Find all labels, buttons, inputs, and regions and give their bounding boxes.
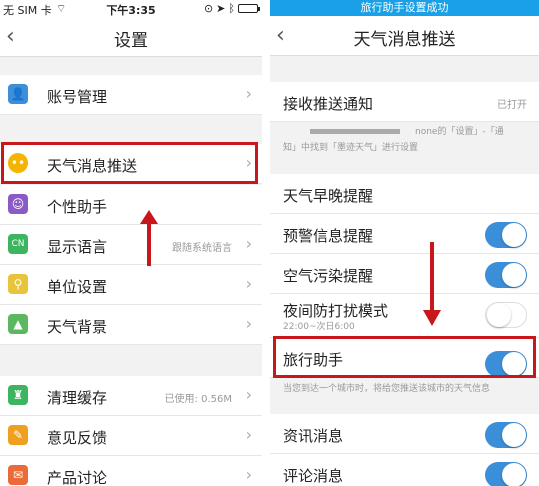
annotation-arrow-shaft xyxy=(147,222,151,266)
cache-value: 已使用: 0.56M xyxy=(164,394,232,405)
settings-item-assistant[interactable]: ☺ 个性助手 xyxy=(0,185,262,225)
settings-item-label: 显示语言 xyxy=(47,238,108,256)
settings-item-label: 产品讨论 xyxy=(47,469,108,486)
news-toggle[interactable] xyxy=(485,422,527,448)
chevron-right-icon: › xyxy=(245,274,252,293)
nav-bar: ‹ 设置 xyxy=(0,17,262,57)
news-messages-row: 资讯消息 xyxy=(270,414,539,454)
settings-item-label: 单位设置 xyxy=(47,278,108,296)
morning-evening-reminder-row[interactable]: 天气早晚提醒 xyxy=(270,174,539,214)
settings-item-label: 意见反馈 xyxy=(47,429,108,447)
highlight-box xyxy=(273,336,536,378)
settings-item-label: 清理缓存 xyxy=(47,389,108,407)
language-value: 跟随系统语言 xyxy=(172,243,232,254)
settings-item-clear-cache[interactable]: ♜ 清理缓存 已使用: 0.56M › xyxy=(0,376,262,416)
row-label: 评论消息 xyxy=(283,467,344,485)
broom-icon: ♜ xyxy=(8,385,28,405)
comment-toggle[interactable] xyxy=(485,462,527,486)
bluetooth-icon: ᛒ xyxy=(228,2,235,15)
settings-item-label: 个性助手 xyxy=(47,198,108,216)
user-icon: 👤 xyxy=(8,84,28,104)
chevron-right-icon: › xyxy=(245,425,252,444)
receive-status: 已打开 xyxy=(497,100,527,111)
page-title: 天气消息推送 xyxy=(353,30,456,50)
row-label: 天气早晚提醒 xyxy=(283,187,374,205)
night-mode-time: 22:00~次日6:00 xyxy=(283,322,355,332)
battery-icon xyxy=(238,4,260,13)
chat-icon: ✉ xyxy=(8,465,28,485)
settings-item-background[interactable]: ▲ 天气背景 › xyxy=(0,305,262,345)
arrow-down-icon xyxy=(423,310,441,326)
settings-item-discussion[interactable]: ✉ 产品讨论 › xyxy=(0,456,262,486)
row-label: 资讯消息 xyxy=(283,427,344,445)
row-label: 预警信息提醒 xyxy=(283,227,374,245)
chevron-right-icon: › xyxy=(245,465,252,484)
rotation-lock-icon: ⊙ xyxy=(203,2,214,15)
redaction-bar xyxy=(310,129,400,134)
settings-item-label: 账号管理 xyxy=(47,88,108,106)
hint-line-1: none的「设置」-「通 xyxy=(415,127,504,137)
air-pollution-reminder-row: 空气污染提醒 xyxy=(270,254,539,294)
settings-item-account[interactable]: 👤 账号管理 › xyxy=(0,75,262,115)
highlight-box xyxy=(1,142,258,184)
success-toast: 旅行助手设置成功 xyxy=(270,0,539,16)
night-mode-row: 夜间防打扰模式 22:00~次日6:00 xyxy=(270,294,539,338)
receive-label: 接收推送通知 xyxy=(283,95,374,113)
unit-icon: ⚲ xyxy=(8,274,28,294)
arrow-up-icon xyxy=(140,210,158,224)
row-label: 空气污染提醒 xyxy=(283,267,374,285)
settings-item-language[interactable]: CN 显示语言 跟随系统语言 › xyxy=(0,225,262,265)
air-pollution-toggle[interactable] xyxy=(485,262,527,288)
pencil-icon: ✎ xyxy=(8,425,28,445)
travel-assistant-note: 当您到达一个城市时，将给您推送该城市的天气信息 xyxy=(283,384,491,394)
weather-push-screen: 旅行助手设置成功 ‹ 天气消息推送 接收推送通知 已打开 none的「设置」-「… xyxy=(270,0,539,486)
chevron-right-icon: › xyxy=(245,234,252,253)
settings-item-unit[interactable]: ⚲ 单位设置 › xyxy=(0,265,262,305)
row-label: 夜间防打扰模式 xyxy=(283,302,389,320)
page-title: 设置 xyxy=(114,31,148,51)
warning-reminder-row: 预警信息提醒 xyxy=(270,214,539,254)
assistant-icon: ☺ xyxy=(8,194,28,214)
chevron-right-icon: › xyxy=(245,84,252,103)
night-mode-toggle[interactable] xyxy=(485,302,527,328)
receive-notifications-row: 接收推送通知 已打开 xyxy=(270,82,539,122)
location-icon: ➤ xyxy=(216,2,226,15)
annotation-arrow-shaft xyxy=(430,242,434,312)
nav-bar: ‹ 天气消息推送 xyxy=(270,16,539,56)
settings-item-label: 天气背景 xyxy=(47,318,108,336)
status-bar: 无 SIM 卡 ⌔ 下午3:35 ⊙ ➤ ᛒ xyxy=(0,0,262,17)
settings-item-feedback[interactable]: ✎ 意见反馈 › xyxy=(0,416,262,456)
settings-screen: 无 SIM 卡 ⌔ 下午3:35 ⊙ ➤ ᛒ ‹ 设置 👤 账号管理 › •• … xyxy=(0,0,262,486)
chevron-right-icon: › xyxy=(245,314,252,333)
hint-line-2: 知」中找到「墨迹天气」进行设置 xyxy=(283,143,419,153)
settings-hint-note: none的「设置」-「通 知」中找到「墨迹天气」进行设置 xyxy=(270,122,539,162)
language-icon: CN xyxy=(8,234,28,254)
chevron-right-icon: › xyxy=(245,385,252,404)
comment-messages-row: 评论消息 xyxy=(270,454,539,486)
warning-toggle[interactable] xyxy=(485,222,527,248)
image-icon: ▲ xyxy=(8,314,28,334)
